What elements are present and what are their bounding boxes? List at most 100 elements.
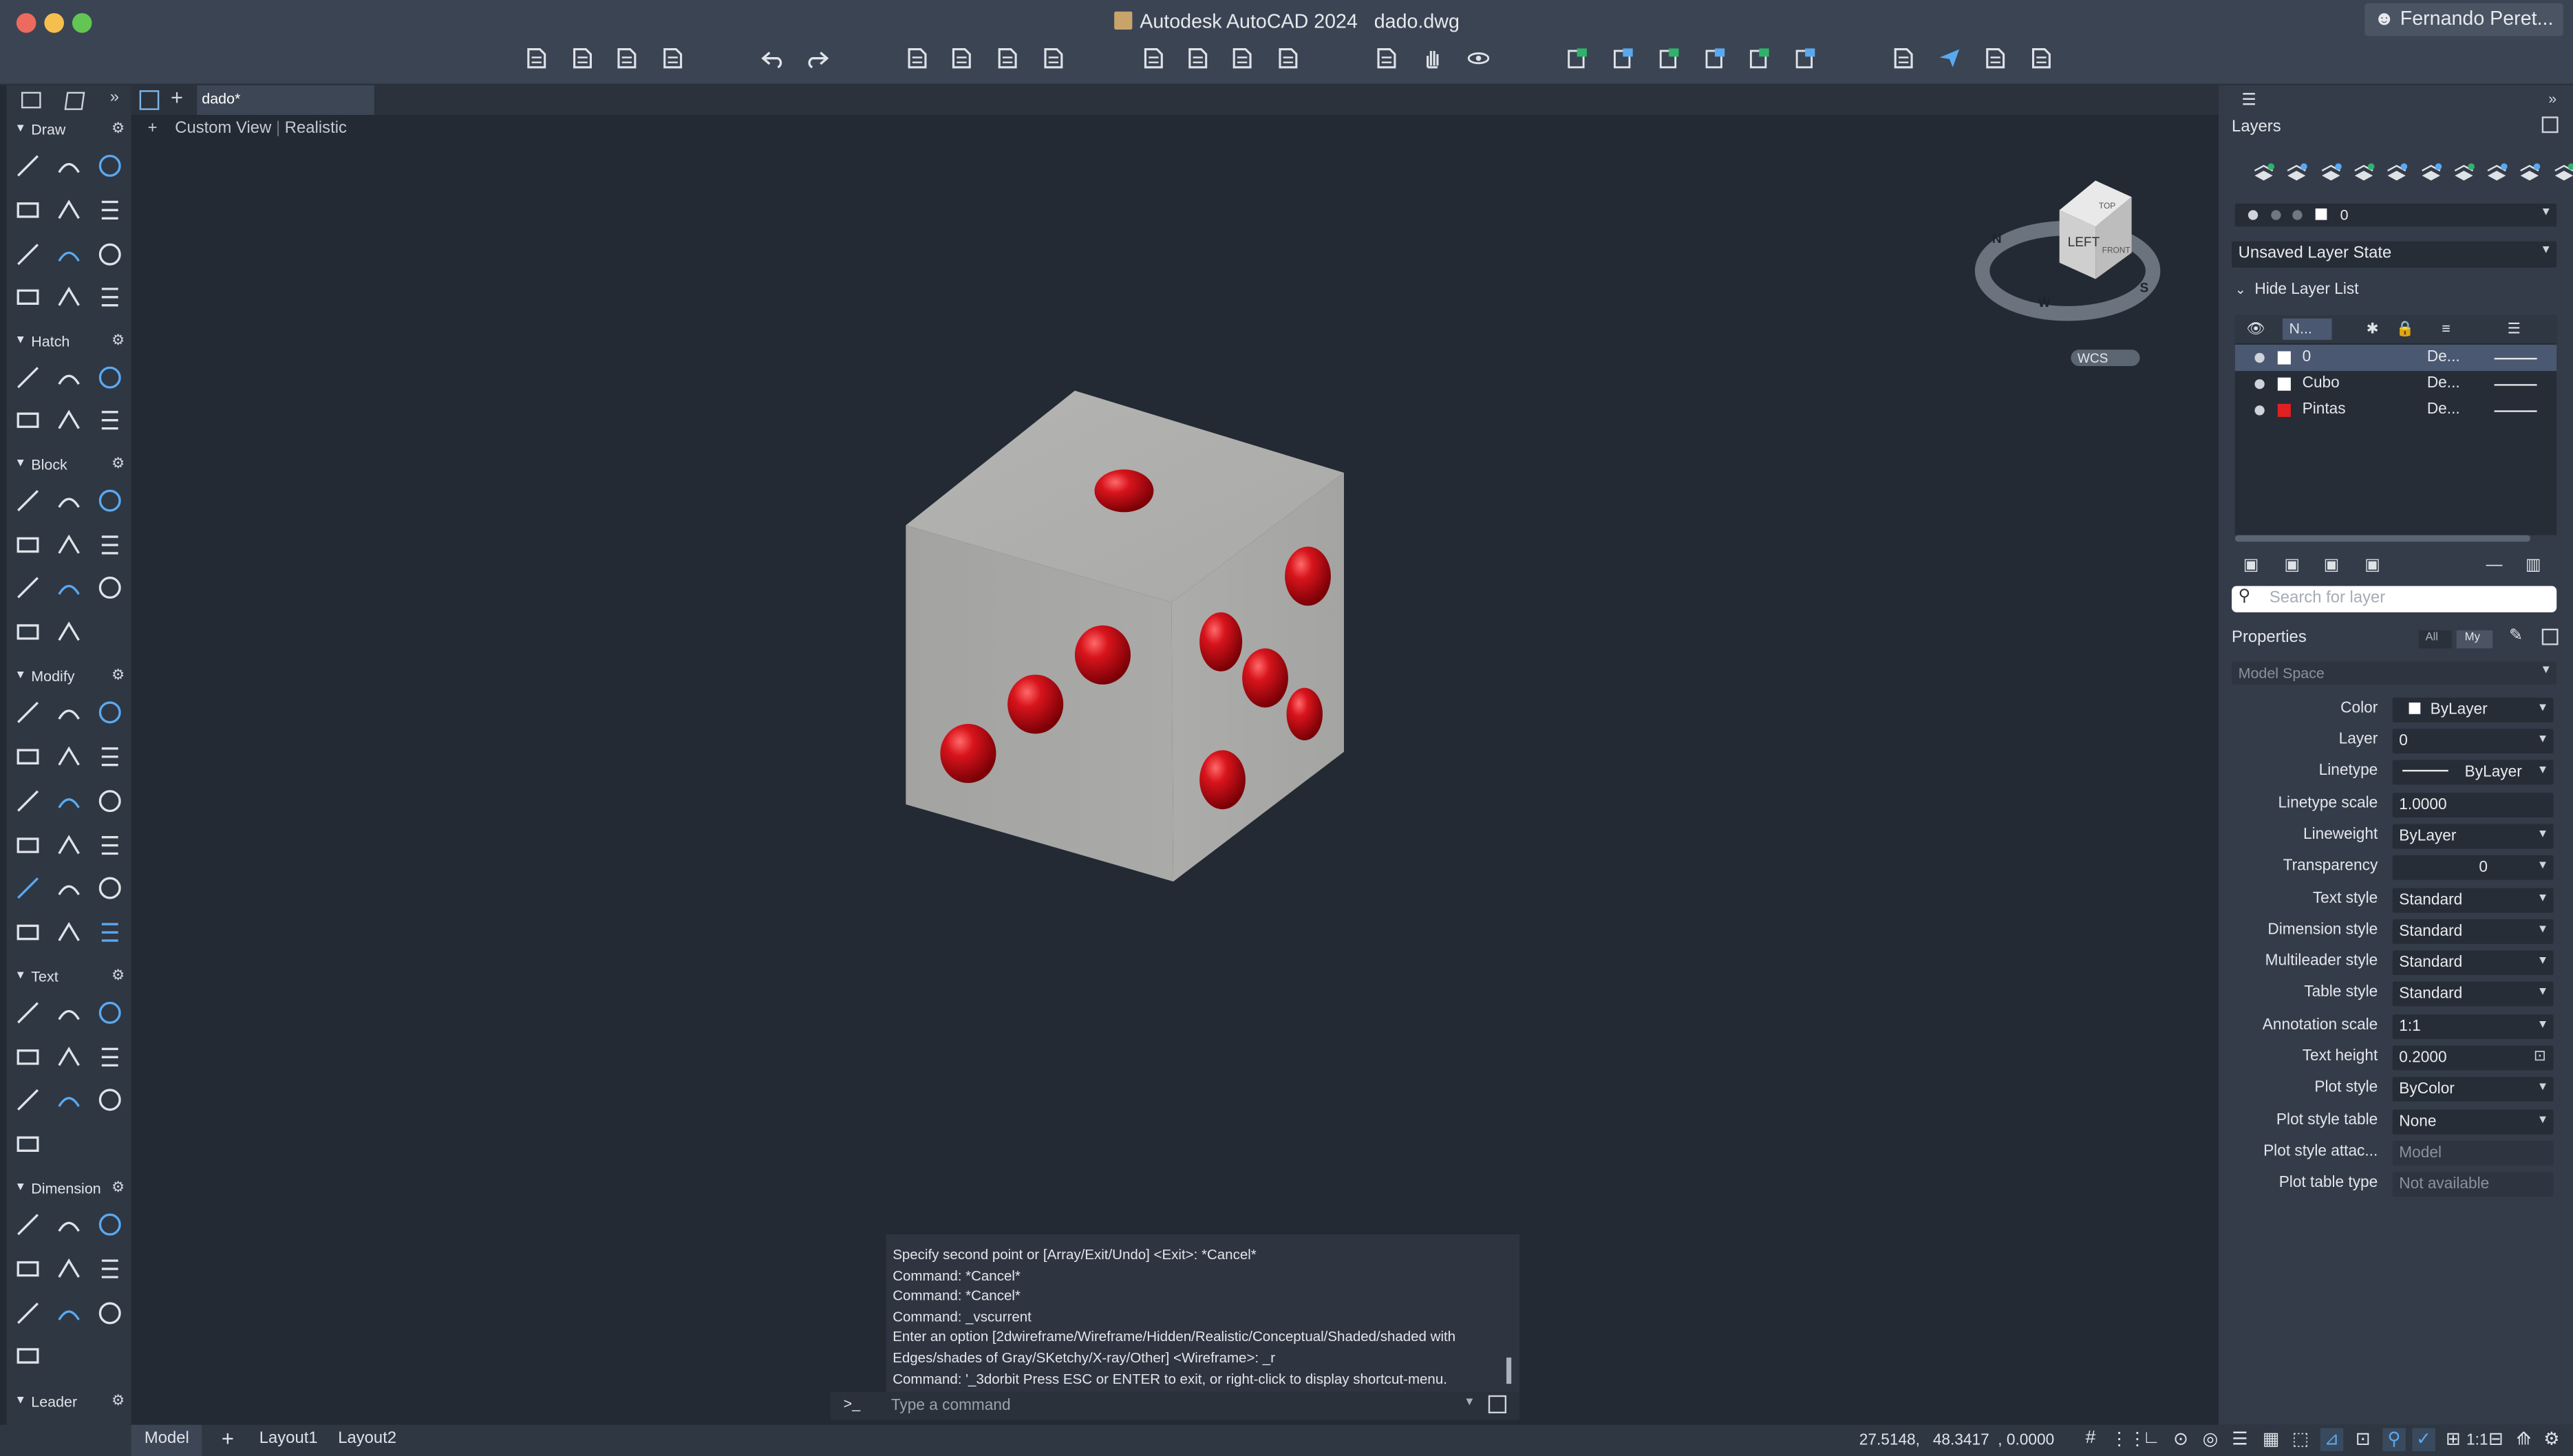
layer-row[interactable]: Pintas De... (2235, 397, 2556, 423)
2d-palette-icon[interactable] (21, 92, 41, 109)
create-block-icon[interactable] (56, 488, 82, 514)
property-value-linetype-scale[interactable]: 1.0000 (2392, 793, 2554, 818)
boundary-icon[interactable] (97, 365, 123, 391)
attach-xref-icon[interactable] (14, 575, 41, 601)
snap-icon[interactable]: ⋮⋮ (2111, 1428, 2146, 1450)
gear-icon[interactable]: ⚙ (111, 667, 125, 685)
property-value-table-style[interactable]: Standard ▼ (2392, 981, 2554, 1007)
chevron-down-icon[interactable]: ▼ (1464, 1397, 1475, 1409)
scale-list-icon[interactable] (14, 919, 41, 945)
tolerance-icon[interactable] (97, 1300, 123, 1326)
set-current-icon[interactable] (2353, 161, 2375, 181)
quick-props-icon[interactable]: ⊞ (2442, 1428, 2464, 1450)
save-icon[interactable] (615, 47, 638, 69)
open-file-icon[interactable] (571, 47, 594, 69)
text-height-pick-icon[interactable]: ⊡ (2534, 1047, 2546, 1065)
property-value-text-height[interactable]: 0.2000 ⊡ (2392, 1045, 2554, 1071)
dice-model[interactable] (906, 390, 1344, 882)
palette-section-dimension[interactable]: ▼ Dimension ⚙ (7, 1179, 131, 1201)
text-edit-icon[interactable] (56, 1086, 82, 1113)
property-value-transparency[interactable]: 0 ▼ (2392, 855, 2554, 880)
layout2-tab[interactable]: Layout2 (325, 1425, 409, 1456)
dim-style-icon[interactable] (97, 1256, 123, 1282)
new-file-icon[interactable] (525, 47, 548, 69)
property-value-color[interactable]: ByLayer ▼ (2392, 697, 2554, 722)
lock-icon[interactable]: 🔒 (2396, 320, 2415, 338)
filter-all-button[interactable]: All (2418, 630, 2452, 649)
drawing-canvas[interactable]: LEFT TOP FRONT N W S WCS (131, 114, 2219, 1425)
model-viewport[interactable]: LEFT TOP FRONT N W S WCS (131, 115, 2219, 1425)
image-icon[interactable] (97, 407, 123, 433)
zoom-window-icon[interactable] (1375, 47, 1398, 69)
layer-color-swatch[interactable] (2277, 351, 2291, 365)
cursor-coordinates[interactable]: 27.5148, 48.3417 , 0.0000 (1859, 1431, 2054, 1449)
new-vp-layer-icon[interactable] (2286, 161, 2308, 181)
fillet-icon[interactable] (14, 788, 41, 814)
scale-icon[interactable] (56, 744, 82, 770)
field-icon[interactable] (97, 575, 123, 601)
annotation-monitor-icon[interactable]: ⚲ (2382, 1428, 2406, 1451)
property-value-multileader-style[interactable]: Standard ▼ (2392, 950, 2554, 976)
add-layout-plus-icon[interactable]: + (222, 1426, 234, 1451)
compare-icon[interactable] (1892, 47, 1914, 69)
render-icon[interactable] (1793, 47, 1816, 69)
units-icon[interactable]: ✓ (2412, 1428, 2435, 1451)
eye-icon[interactable]: 👁 (2247, 320, 2265, 338)
wipeout-icon[interactable] (14, 407, 41, 433)
offset-icon[interactable] (56, 788, 82, 814)
multiline-icon[interactable] (14, 242, 41, 268)
layer-on-icon[interactable] (2254, 379, 2265, 389)
property-value-plot-style[interactable]: ByColor ▼ (2392, 1076, 2554, 1102)
gradient-icon[interactable] (56, 365, 82, 391)
rotate-icon[interactable] (14, 744, 41, 770)
layer-walk-icon[interactable] (2553, 161, 2573, 181)
isolate-icon[interactable]: ⟰ (2512, 1428, 2535, 1450)
spline-icon[interactable] (97, 197, 123, 223)
arc-icon[interactable] (56, 197, 82, 223)
open-folder-icon[interactable]: ▣ (2324, 557, 2340, 575)
publish-icon[interactable] (996, 47, 1018, 69)
manage-attributes-icon[interactable] (14, 619, 41, 645)
copy-icon[interactable] (56, 699, 82, 725)
palette-section-leader[interactable]: ▼ Leader ⚙ (7, 1392, 131, 1415)
mirror-icon[interactable] (97, 699, 123, 725)
ordinate-dim-icon[interactable] (14, 1300, 41, 1326)
write-block-icon[interactable] (97, 488, 123, 514)
edit-block-icon[interactable] (56, 619, 82, 645)
ellipse-icon[interactable] (97, 242, 123, 268)
filter-my-button[interactable]: My (2456, 630, 2493, 649)
viewport-icon[interactable] (1984, 47, 2007, 69)
mtext-icon[interactable] (14, 1000, 41, 1026)
export-pdf-icon[interactable] (1042, 47, 1065, 69)
command-history-scrollbar[interactable] (1506, 1357, 1512, 1384)
polar-icon[interactable]: ⊙ (2169, 1428, 2192, 1450)
gear-icon[interactable]: ⚙ (111, 1392, 125, 1410)
layer-color-swatch[interactable] (2277, 403, 2291, 417)
region-edit-icon[interactable] (14, 875, 41, 901)
sheet-set-icon[interactable] (1748, 47, 1771, 69)
layer-on-icon[interactable] (2254, 405, 2265, 416)
layer-properties-icon[interactable]: ▣ (2243, 557, 2259, 575)
ortho-icon[interactable]: ∟ (2140, 1428, 2163, 1450)
text-align-icon[interactable] (14, 1086, 41, 1113)
model-tab[interactable]: Model (131, 1424, 202, 1456)
layer-table-scrollbar[interactable] (2234, 535, 2531, 542)
viewport-plus-button[interactable]: + (148, 120, 158, 138)
palette-section-hatch[interactable]: ▼ Hatch ⚙ (7, 332, 131, 354)
zoom-text-icon[interactable] (97, 1044, 123, 1070)
pdf-text-icon[interactable] (14, 1131, 41, 1157)
gear-icon[interactable]: ⚙ (111, 1179, 125, 1197)
view-menu-button[interactable]: Custom View (175, 120, 271, 138)
palette-section-text[interactable]: ▼ Text ⚙ (7, 967, 131, 989)
grid-icon[interactable]: # (2079, 1428, 2102, 1450)
property-value-text-style[interactable]: Standard ▼ (2392, 888, 2554, 913)
trim-icon[interactable] (97, 744, 123, 770)
import-icon[interactable] (1142, 47, 1165, 69)
circle-icon[interactable] (97, 153, 123, 179)
lineweight-icon[interactable]: ☰ (2228, 1428, 2251, 1450)
selection-cycle-icon[interactable]: ⬚ (2289, 1428, 2312, 1450)
line-icon[interactable] (14, 153, 41, 179)
gear-icon[interactable]: ⚙ (2540, 1428, 2563, 1450)
print-icon[interactable] (906, 47, 928, 69)
lineweight-icon[interactable]: ☰ (2508, 320, 2521, 338)
